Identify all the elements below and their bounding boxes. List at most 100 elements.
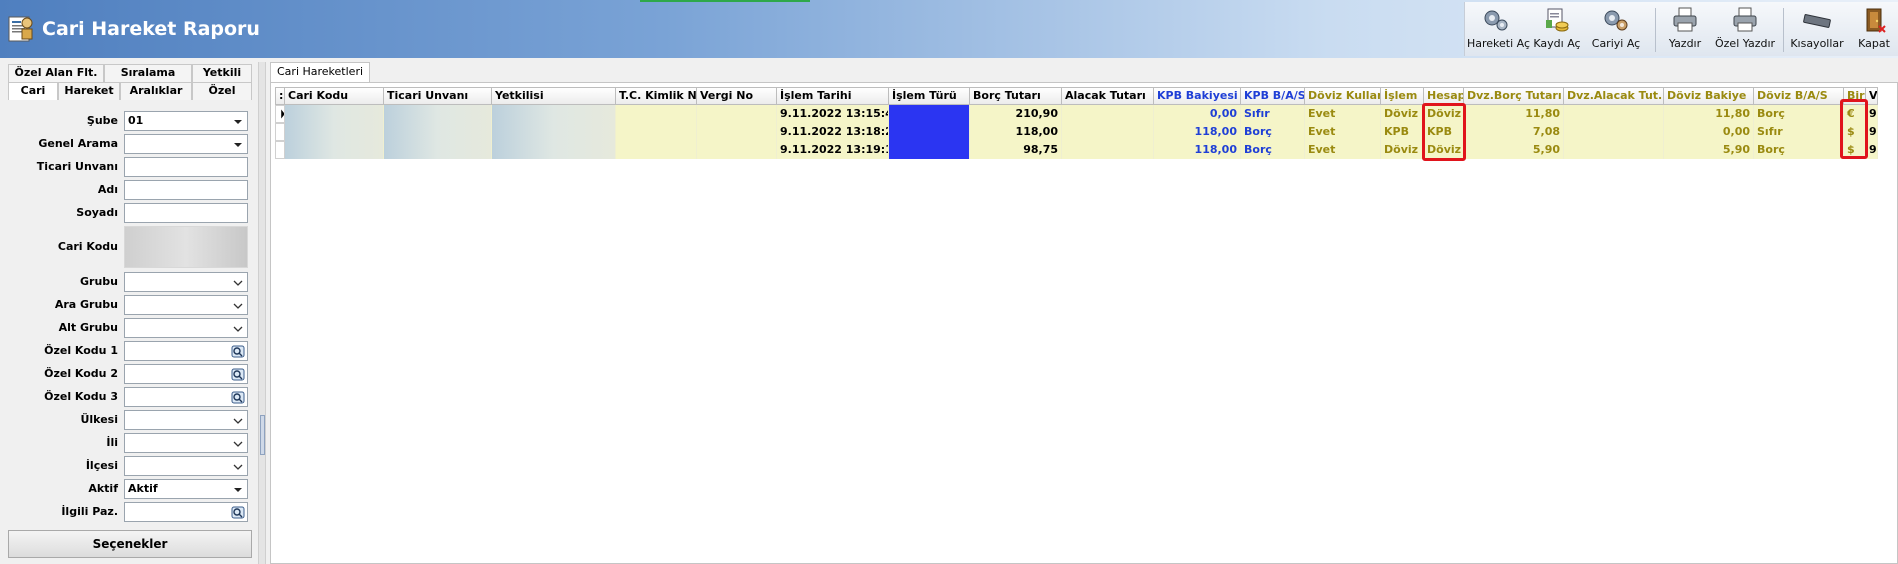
column-header[interactable]: :: — [275, 87, 285, 105]
filter-input-ticari-unvanı[interactable] — [124, 157, 248, 177]
filter-input-ara-grubu[interactable] — [124, 295, 248, 315]
column-header[interactable]: Vergi No — [697, 87, 777, 105]
table-cell[interactable] — [616, 141, 697, 159]
redacted-cell[interactable] — [285, 141, 384, 159]
column-header[interactable]: Dvz.Alacak Tut... — [1564, 87, 1664, 105]
cell-doviz-bakiye[interactable]: 11,80 — [1664, 105, 1754, 123]
chevron-down-icon[interactable] — [231, 322, 245, 335]
cell-dvz-borc[interactable]: 11,80 — [1464, 105, 1564, 123]
cell-islem-tarihi[interactable]: 9.11.2022 13:15:40 — [777, 105, 889, 123]
column-header[interactable]: İşlem Tarihi — [777, 87, 889, 105]
column-header[interactable]: KPB B/A/S — [1241, 87, 1305, 105]
redacted-cell[interactable] — [384, 105, 492, 123]
table-cell[interactable] — [697, 105, 777, 123]
cell-dvz-alacak[interactable] — [1564, 123, 1664, 141]
cell-alacak-tutari[interactable] — [1062, 105, 1154, 123]
lookup-search-icon[interactable] — [231, 368, 245, 381]
filter-input-adı[interactable] — [124, 180, 248, 200]
filter-input-aktif[interactable]: Aktif — [124, 479, 248, 499]
chevron-down-icon[interactable] — [231, 437, 245, 450]
cell-doviz-kullan[interactable]: Evet — [1305, 123, 1381, 141]
cell-islem[interactable]: Döviz — [1381, 105, 1424, 123]
cell-kpb-bakiyesi[interactable]: 0,00 — [1154, 105, 1241, 123]
tab-cari-hareketleri[interactable]: Cari Hareketleri — [270, 62, 371, 82]
cell-doviz-bas[interactable]: Borç — [1754, 105, 1844, 123]
column-header[interactable]: Döviz Kullan — [1305, 87, 1381, 105]
chevron-down-icon[interactable] — [231, 414, 245, 427]
filter-input-i-lçesi[interactable] — [124, 456, 248, 476]
cell-dvz-alacak[interactable] — [1564, 105, 1664, 123]
redacted-cell[interactable] — [384, 123, 492, 141]
islem-turu-cell[interactable] — [889, 141, 970, 159]
cell-islem-tarihi[interactable]: 9.11.2022 13:18:28 — [777, 123, 889, 141]
filter-input-grubu[interactable] — [124, 272, 248, 292]
dropdown-arrow-icon[interactable] — [231, 138, 245, 151]
table-cell[interactable] — [697, 123, 777, 141]
column-header[interactable]: Ticari Unvanı — [384, 87, 492, 105]
redacted-cell[interactable] — [492, 141, 616, 159]
row-indicator[interactable] — [275, 123, 285, 141]
chevron-down-icon[interactable] — [231, 460, 245, 473]
kaydi-ac-button[interactable]: Kaydı Aç — [1531, 6, 1583, 56]
cell-dvz-alacak[interactable] — [1564, 141, 1664, 159]
cell-doviz-bakiye[interactable]: 5,90 — [1664, 141, 1754, 159]
filter-input-özel-kodu-1[interactable] — [124, 341, 248, 361]
column-header[interactable]: Yetkilisi — [492, 87, 616, 105]
redacted-cell[interactable] — [492, 123, 616, 141]
cell-dvz-borc[interactable]: 5,90 — [1464, 141, 1564, 159]
tab-araliklar[interactable]: Aralıklar — [120, 82, 192, 100]
cell-islem[interactable]: KPB — [1381, 123, 1424, 141]
filter-input-şube[interactable]: 01 — [124, 111, 248, 131]
column-header[interactable]: Alacak Tutarı — [1062, 87, 1154, 105]
dropdown-arrow-icon[interactable] — [231, 483, 245, 496]
filter-input-özel-kodu-3[interactable] — [124, 387, 248, 407]
filter-input-i-li[interactable] — [124, 433, 248, 453]
kapat-button[interactable]: Kapat — [1851, 6, 1897, 56]
redacted-cell[interactable] — [285, 105, 384, 123]
cell-doviz-bakiye[interactable]: 0,00 — [1664, 123, 1754, 141]
cell-doviz-kullan[interactable]: Evet — [1305, 105, 1381, 123]
tab-ozel[interactable]: Özel — [192, 82, 252, 100]
cell-kpb-bakiyesi[interactable]: 118,00 — [1154, 141, 1241, 159]
column-header[interactable]: Döviz B/A/S — [1754, 87, 1844, 105]
cell-doviz-bas[interactable]: Sıfır — [1754, 123, 1844, 141]
table-cell[interactable] — [616, 123, 697, 141]
lookup-search-icon[interactable] — [231, 391, 245, 404]
cell-islem-tarihi[interactable]: 9.11.2022 13:19:14 — [777, 141, 889, 159]
secenekler-button[interactable]: Seçenekler — [8, 530, 252, 558]
redacted-cell[interactable] — [384, 141, 492, 159]
redacted-cell[interactable] — [492, 105, 616, 123]
redacted-cell[interactable] — [285, 123, 384, 141]
table-cell[interactable] — [697, 141, 777, 159]
ozel-yazdir-button[interactable]: Özel Yazdır — [1715, 6, 1775, 56]
filter-input-i-lgili-paz-[interactable] — [124, 502, 248, 522]
yazdir-button[interactable]: Yazdır — [1661, 6, 1709, 56]
column-header[interactable]: KPB Bakiyesi — [1154, 87, 1241, 105]
column-header[interactable]: Borç Tutarı — [970, 87, 1062, 105]
row-indicator[interactable] — [275, 141, 285, 159]
table-cell[interactable] — [616, 105, 697, 123]
cell-dvz-borc[interactable]: 7,08 — [1464, 123, 1564, 141]
tab-siralama[interactable]: Sıralama — [104, 64, 192, 82]
filter-input-genel-arama[interactable] — [124, 134, 248, 154]
cell-borc-tutari[interactable]: 118,00 — [970, 123, 1062, 141]
cell-kpb-bas[interactable]: Borç — [1241, 123, 1305, 141]
column-header[interactable]: Döviz Bakiye — [1664, 87, 1754, 105]
hareketi-ac-button[interactable]: Hareketi Aç — [1467, 6, 1530, 56]
tab-hareket[interactable]: Hareket — [58, 82, 120, 100]
cell-islem[interactable]: Döviz — [1381, 141, 1424, 159]
column-header[interactable]: Dvz.Borç Tutarı — [1464, 87, 1564, 105]
filter-input-cari-kodu[interactable] — [124, 226, 248, 268]
cell-kpb-bakiyesi[interactable]: 118,00 — [1154, 123, 1241, 141]
column-header[interactable]: Cari Kodu — [285, 87, 384, 105]
filter-input-ülkesi[interactable] — [124, 410, 248, 430]
cell-kpb-bas[interactable]: Borç — [1241, 141, 1305, 159]
filter-input-soyadı[interactable] — [124, 203, 248, 223]
splitter-handle[interactable] — [260, 415, 265, 455]
cell-borc-tutari[interactable]: 210,90 — [970, 105, 1062, 123]
cell-doviz-kullan[interactable]: Evet — [1305, 141, 1381, 159]
chevron-down-icon[interactable] — [231, 276, 245, 289]
islem-turu-cell[interactable] — [889, 105, 970, 123]
chevron-down-icon[interactable] — [231, 299, 245, 312]
column-header[interactable]: T.C. Kimlik No — [616, 87, 697, 105]
